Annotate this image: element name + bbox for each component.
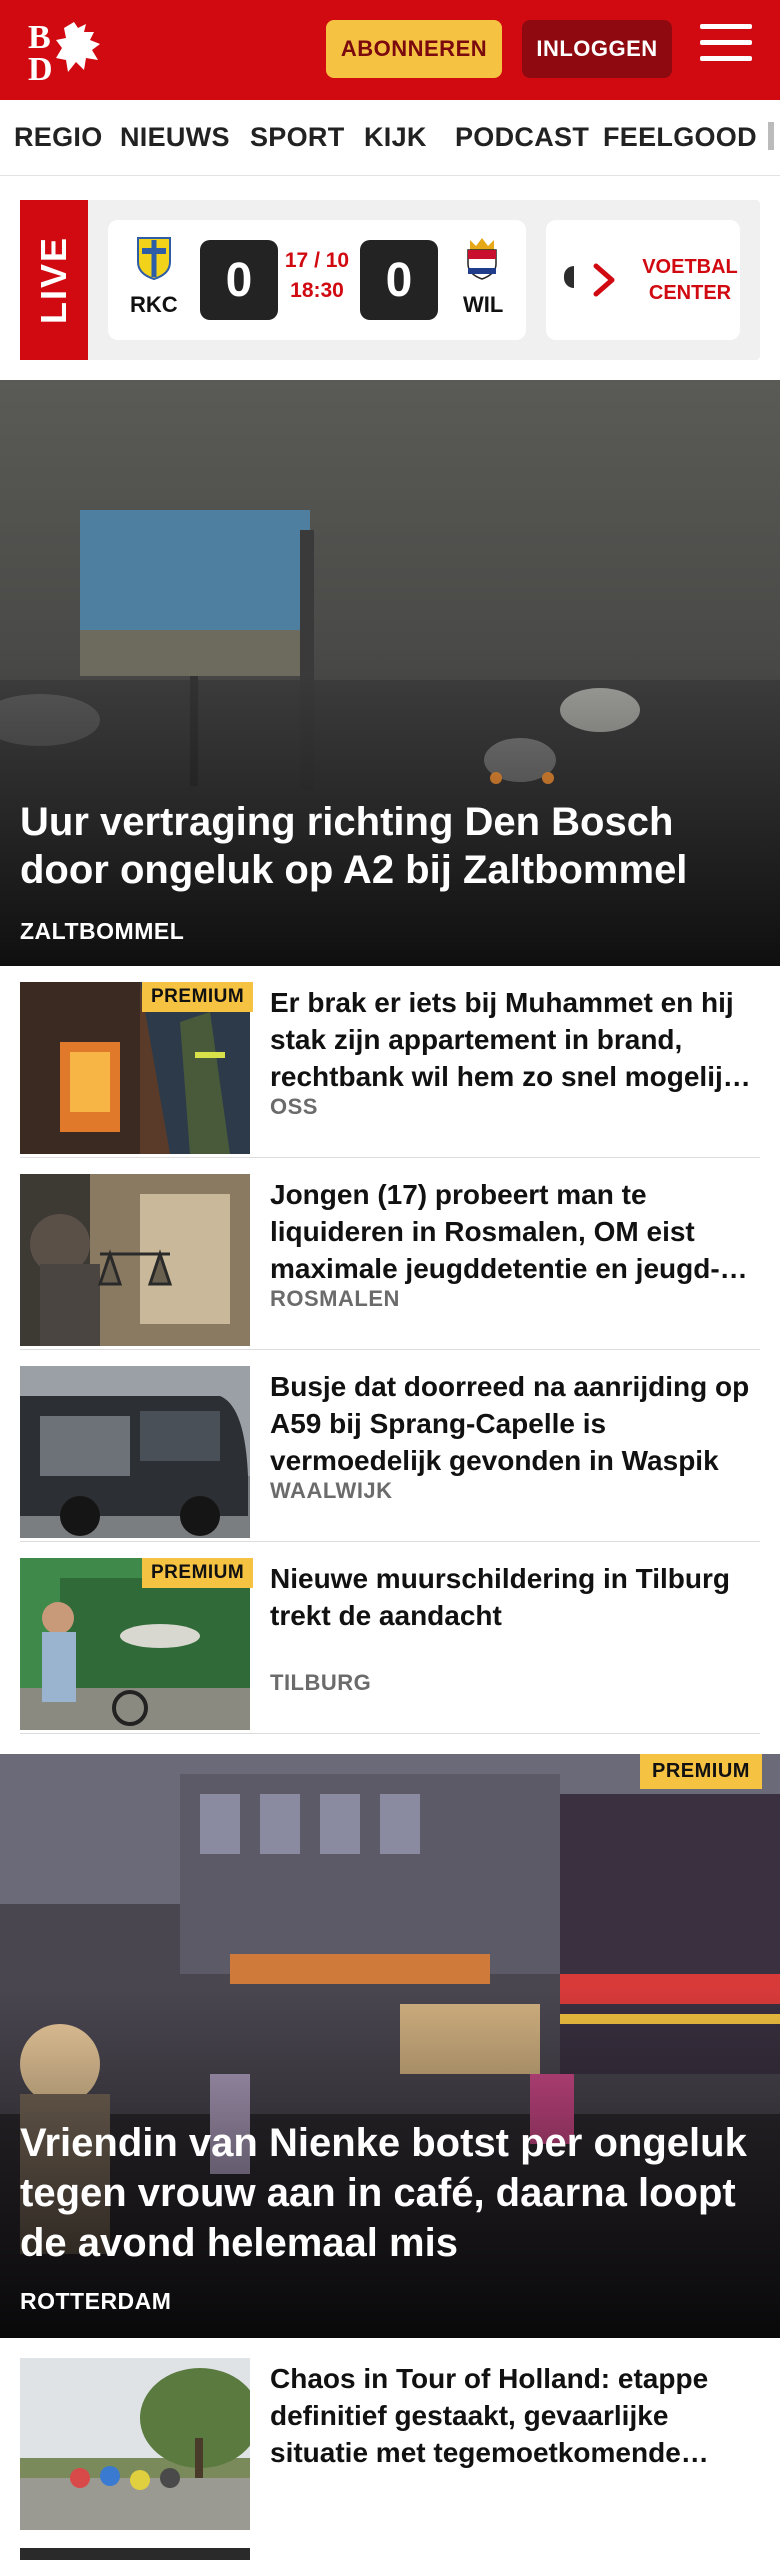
nav-item-sport[interactable]: SPORT — [250, 122, 345, 153]
hero-article[interactable]: Uur vertraging richting Den Bosch door o… — [0, 380, 780, 966]
premium-badge: PREMIUM — [640, 1754, 762, 1789]
nav-item-kijk[interactable]: KIJK — [364, 122, 427, 153]
hero-title[interactable]: Uur vertraging richting Den Bosch door o… — [20, 798, 760, 894]
hero-location: ZALTBOMMEL — [20, 918, 185, 944]
premium-badge: PREMIUM — [142, 1558, 254, 1588]
nav-item-feelgood[interactable]: FEELGOOD — [603, 122, 757, 153]
live-scores-strip: LIVE RKC 0 17 / 10 18:30 0 WIL VOETBAL C… — [20, 200, 760, 360]
list-item[interactable]: PREMIUM Nieuwe muurschildering in Tilbur… — [20, 1542, 760, 1734]
premium-badge: PREMIUM — [142, 982, 254, 1012]
away-team-name: WIL — [463, 292, 504, 317]
list-item[interactable]: Busje dat doorreed na aanrijding op A59 … — [20, 1350, 760, 1542]
home-team-name: RKC — [130, 292, 178, 317]
article-title[interactable]: Chaos in Tour of Holland: etappe definit… — [270, 2360, 760, 2471]
live-label: LIVE — [20, 200, 88, 360]
article-location: WAALWIJK — [270, 1478, 393, 1503]
article-location: TILBURG — [270, 1670, 372, 1695]
subscribe-button[interactable]: ABONNEREN — [326, 20, 502, 78]
main-nav: REGIO NIEUWS SPORT KIJK PODCAST FEELGOOD — [0, 100, 780, 176]
svg-text:D: D — [28, 51, 53, 82]
match-card[interactable]: RKC 0 17 / 10 18:30 0 WIL — [108, 220, 526, 340]
article-location: OSS — [270, 1094, 318, 1119]
nav-overflow-indicator — [768, 122, 774, 150]
willem-ii-crest-icon — [464, 236, 500, 280]
article-location: ROSMALEN — [270, 1286, 400, 1311]
list-item[interactable]: PREMIUM Er brak er iets bij Muhammet en … — [20, 966, 760, 1158]
match-date: 17 / 10 — [284, 249, 350, 272]
featured-article[interactable]: PREMIUM Vriendin van Nienke botst per on… — [0, 1754, 780, 2338]
match-datetime: 17 / 10 18:30 — [284, 246, 350, 306]
chevron-right-icon[interactable] — [590, 260, 620, 300]
bd-logo[interactable]: B D — [26, 18, 116, 88]
article-thumbnail — [20, 1366, 250, 1538]
nav-item-podcast[interactable]: PODCAST — [455, 122, 589, 153]
away-score: 0 — [360, 240, 438, 320]
login-button[interactable]: INLOGGEN — [522, 20, 672, 78]
nav-item-nieuws[interactable]: NIEUWS — [120, 122, 230, 153]
home-score: 0 — [200, 240, 278, 320]
list-item[interactable]: Jongen (17) probeert man te liquideren i… — [20, 1158, 760, 1350]
voetbal-center-label-2: CENTER — [648, 282, 732, 304]
list-item[interactable]: Chaos in Tour of Holland: etappe definit… — [20, 2338, 760, 2560]
article-thumbnail — [20, 1174, 250, 1346]
hamburger-icon[interactable] — [700, 24, 752, 74]
voetbal-center-button[interactable]: VOETBAL CENTER — [640, 220, 740, 340]
site-header: B D ABONNEREN INLOGGEN — [0, 0, 780, 100]
match-time: 18:30 — [290, 279, 344, 302]
nav-item-regio[interactable]: REGIO — [14, 122, 103, 153]
article-title[interactable]: Er brak er iets bij Muhammet en hij stak… — [270, 984, 760, 1095]
featured-title[interactable]: Vriendin van Nienke botst per ongeluk te… — [20, 2118, 770, 2268]
article-title[interactable]: Nieuwe muurschildering in Tilburg trekt … — [270, 1560, 760, 1634]
voetbal-center-label-1: VOETBAL — [642, 256, 738, 278]
next-article-thumbnail — [20, 2548, 250, 2560]
article-title[interactable]: Jongen (17) probeert man te liquideren i… — [270, 1176, 760, 1287]
article-title[interactable]: Busje dat doorreed na aanrijding op A59 … — [270, 1368, 760, 1479]
featured-location: ROTTERDAM — [20, 2288, 172, 2314]
rkc-crest-icon — [136, 236, 172, 281]
article-thumbnail — [20, 2358, 250, 2530]
next-match-crest-icon — [564, 266, 574, 288]
